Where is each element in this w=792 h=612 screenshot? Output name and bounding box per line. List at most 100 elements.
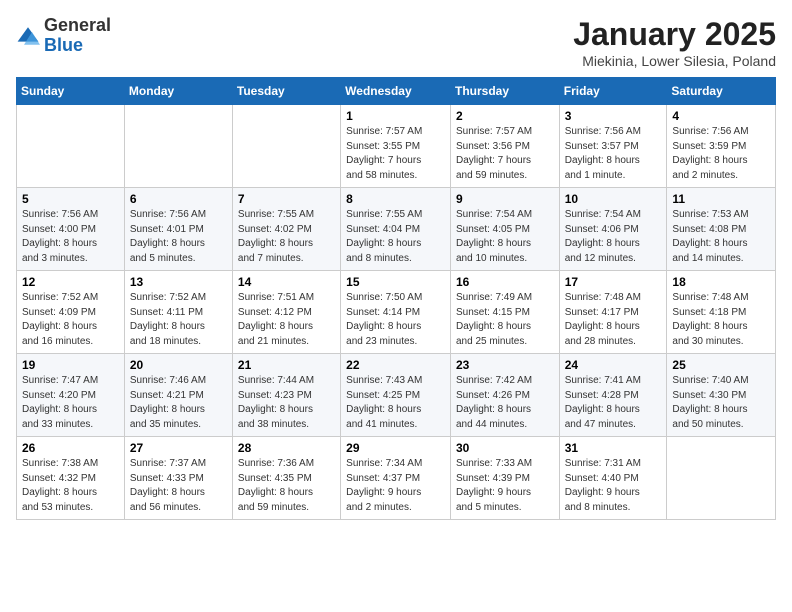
page-header: General Blue January 2025 Miekinia, Lowe… — [16, 16, 776, 69]
day-number: 5 — [22, 192, 119, 206]
day-info: Sunrise: 7:51 AM Sunset: 4:12 PM Dayligh… — [238, 291, 335, 349]
day-number: 21 — [238, 358, 335, 372]
week-row-2: 5 Sunrise: 7:56 AM Sunset: 4:00 PM Daylig… — [17, 188, 776, 271]
day-number: 10 — [565, 192, 662, 206]
day-info: Sunrise: 7:38 AM Sunset: 4:32 PM Dayligh… — [22, 457, 119, 515]
weekday-header-thursday: Thursday — [450, 78, 559, 105]
day-cell-4: 4Sunrise: 7:56 AM Sunset: 3:59 PM Daylig… — [667, 105, 776, 188]
week-row-1: 1 Sunrise: 7:57 AM Sunset: 3:55 PM Daylig… — [17, 105, 776, 188]
day-number: 22 — [346, 358, 445, 372]
day-cell-24: 24Sunrise: 7:41 AM Sunset: 4:28 PM Dayli… — [559, 354, 667, 437]
day-number: 23 — [456, 358, 554, 372]
day-number: 14 — [238, 275, 335, 289]
empty-cell — [667, 437, 776, 520]
day-info: Sunrise: 7:55 AM Sunset: 4:02 PM Dayligh… — [238, 208, 335, 266]
day-info: Sunrise: 7:31 AM Sunset: 4:40 PM Dayligh… — [565, 457, 662, 515]
day-cell-20: 20Sunrise: 7:46 AM Sunset: 4:21 PM Dayli… — [124, 354, 232, 437]
day-number: 15 — [346, 275, 445, 289]
day-info: Sunrise: 7:48 AM Sunset: 4:18 PM Dayligh… — [672, 291, 770, 349]
day-info: Sunrise: 7:56 AM Sunset: 4:00 PM Dayligh… — [22, 208, 119, 266]
day-info: Sunrise: 7:57 AM Sunset: 3:55 PM Dayligh… — [346, 125, 445, 183]
day-info: Sunrise: 7:40 AM Sunset: 4:30 PM Dayligh… — [672, 374, 770, 432]
calendar-table: SundayMondayTuesdayWednesdayThursdayFrid… — [16, 77, 776, 520]
title-block: January 2025 Miekinia, Lower Silesia, Po… — [573, 16, 776, 69]
day-info: Sunrise: 7:46 AM Sunset: 4:21 PM Dayligh… — [130, 374, 227, 432]
day-number: 29 — [346, 441, 445, 455]
day-cell-1: 1 Sunrise: 7:57 AM Sunset: 3:55 PM Daylig… — [341, 105, 451, 188]
day-info: Sunrise: 7:43 AM Sunset: 4:25 PM Dayligh… — [346, 374, 445, 432]
day-cell-27: 27Sunrise: 7:37 AM Sunset: 4:33 PM Dayli… — [124, 437, 232, 520]
day-info: Sunrise: 7:57 AM Sunset: 3:56 PM Dayligh… — [456, 125, 554, 183]
day-number: 7 — [238, 192, 335, 206]
day-cell-15: 15Sunrise: 7:50 AM Sunset: 4:14 PM Dayli… — [341, 271, 451, 354]
empty-cell — [232, 105, 340, 188]
day-cell-29: 29 Sunrise: 7:34 AM Sunset: 4:37 PM Dayli… — [341, 437, 451, 520]
day-cell-13: 13Sunrise: 7:52 AM Sunset: 4:11 PM Dayli… — [124, 271, 232, 354]
empty-cell — [124, 105, 232, 188]
day-number: 12 — [22, 275, 119, 289]
day-number: 31 — [565, 441, 662, 455]
day-number: 28 — [238, 441, 335, 455]
day-number: 19 — [22, 358, 119, 372]
weekday-header-saturday: Saturday — [667, 78, 776, 105]
day-info: Sunrise: 7:55 AM Sunset: 4:04 PM Dayligh… — [346, 208, 445, 266]
weekday-header-monday: Monday — [124, 78, 232, 105]
day-number: 3 — [565, 109, 662, 123]
day-cell-10: 10 Sunrise: 7:54 AM Sunset: 4:06 PM Dayli… — [559, 188, 667, 271]
weekday-header-wednesday: Wednesday — [341, 78, 451, 105]
day-cell-14: 14 Sunrise: 7:51 AM Sunset: 4:12 PM Dayli… — [232, 271, 340, 354]
day-info: Sunrise: 7:56 AM Sunset: 3:57 PM Dayligh… — [565, 125, 662, 183]
logo: General Blue — [16, 16, 111, 56]
day-number: 1 — [346, 109, 445, 123]
day-info: Sunrise: 7:42 AM Sunset: 4:26 PM Dayligh… — [456, 374, 554, 432]
day-info: Sunrise: 7:33 AM Sunset: 4:39 PM Dayligh… — [456, 457, 554, 515]
day-number: 18 — [672, 275, 770, 289]
day-cell-3: 3 Sunrise: 7:56 AM Sunset: 3:57 PM Daylig… — [559, 105, 667, 188]
day-cell-2: 2 Sunrise: 7:57 AM Sunset: 3:56 PM Daylig… — [450, 105, 559, 188]
day-cell-6: 6 Sunrise: 7:56 AM Sunset: 4:01 PM Daylig… — [124, 188, 232, 271]
day-cell-16: 16Sunrise: 7:49 AM Sunset: 4:15 PM Dayli… — [450, 271, 559, 354]
day-cell-21: 21 Sunrise: 7:44 AM Sunset: 4:23 PM Dayli… — [232, 354, 340, 437]
day-info: Sunrise: 7:34 AM Sunset: 4:37 PM Dayligh… — [346, 457, 445, 515]
day-info: Sunrise: 7:56 AM Sunset: 3:59 PM Dayligh… — [672, 125, 770, 183]
day-info: Sunrise: 7:54 AM Sunset: 4:05 PM Dayligh… — [456, 208, 554, 266]
month-title: January 2025 — [573, 16, 776, 53]
day-number: 6 — [130, 192, 227, 206]
day-info: Sunrise: 7:47 AM Sunset: 4:20 PM Dayligh… — [22, 374, 119, 432]
day-info: Sunrise: 7:41 AM Sunset: 4:28 PM Dayligh… — [565, 374, 662, 432]
day-info: Sunrise: 7:56 AM Sunset: 4:01 PM Dayligh… — [130, 208, 227, 266]
day-cell-22: 22 Sunrise: 7:43 AM Sunset: 4:25 PM Dayli… — [341, 354, 451, 437]
day-cell-26: 26 Sunrise: 7:38 AM Sunset: 4:32 PM Dayli… — [17, 437, 125, 520]
day-cell-5: 5 Sunrise: 7:56 AM Sunset: 4:00 PM Daylig… — [17, 188, 125, 271]
day-cell-19: 19 Sunrise: 7:47 AM Sunset: 4:20 PM Dayli… — [17, 354, 125, 437]
day-info: Sunrise: 7:53 AM Sunset: 4:08 PM Dayligh… — [672, 208, 770, 266]
day-cell-18: 18 Sunrise: 7:48 AM Sunset: 4:18 PM Dayli… — [667, 271, 776, 354]
day-number: 26 — [22, 441, 119, 455]
day-cell-31: 31 Sunrise: 7:31 AM Sunset: 4:40 PM Dayli… — [559, 437, 667, 520]
day-cell-12: 12 Sunrise: 7:52 AM Sunset: 4:09 PM Dayli… — [17, 271, 125, 354]
day-number: 25 — [672, 358, 770, 372]
day-cell-30: 30 Sunrise: 7:33 AM Sunset: 4:39 PM Dayli… — [450, 437, 559, 520]
weekday-header-tuesday: Tuesday — [232, 78, 340, 105]
day-info: Sunrise: 7:44 AM Sunset: 4:23 PM Dayligh… — [238, 374, 335, 432]
day-info: Sunrise: 7:52 AM Sunset: 4:09 PM Dayligh… — [22, 291, 119, 349]
day-number: 17 — [565, 275, 662, 289]
empty-cell — [17, 105, 125, 188]
day-number: 27 — [130, 441, 227, 455]
day-cell-17: 17 Sunrise: 7:48 AM Sunset: 4:17 PM Dayli… — [559, 271, 667, 354]
day-number: 8 — [346, 192, 445, 206]
location-subtitle: Miekinia, Lower Silesia, Poland — [573, 53, 776, 69]
day-cell-25: 25 Sunrise: 7:40 AM Sunset: 4:30 PM Dayli… — [667, 354, 776, 437]
day-cell-9: 9Sunrise: 7:54 AM Sunset: 4:05 PM Daylig… — [450, 188, 559, 271]
day-number: 30 — [456, 441, 554, 455]
day-cell-8: 8 Sunrise: 7:55 AM Sunset: 4:04 PM Daylig… — [341, 188, 451, 271]
day-info: Sunrise: 7:48 AM Sunset: 4:17 PM Dayligh… — [565, 291, 662, 349]
day-number: 11 — [672, 192, 770, 206]
day-cell-7: 7 Sunrise: 7:55 AM Sunset: 4:02 PM Daylig… — [232, 188, 340, 271]
logo-text: General Blue — [44, 16, 111, 56]
day-info: Sunrise: 7:54 AM Sunset: 4:06 PM Dayligh… — [565, 208, 662, 266]
week-row-5: 26 Sunrise: 7:38 AM Sunset: 4:32 PM Dayli… — [17, 437, 776, 520]
day-number: 13 — [130, 275, 227, 289]
day-info: Sunrise: 7:36 AM Sunset: 4:35 PM Dayligh… — [238, 457, 335, 515]
day-number: 2 — [456, 109, 554, 123]
